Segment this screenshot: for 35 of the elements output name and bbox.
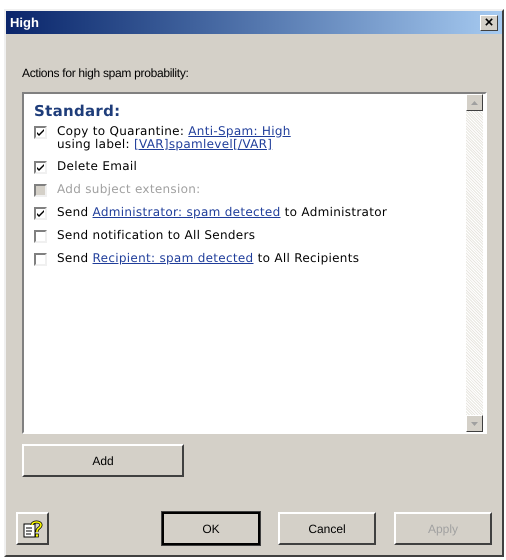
checkbox[interactable] xyxy=(34,252,47,266)
scroll-up-button[interactable] xyxy=(466,94,483,111)
action-text: Send xyxy=(57,250,90,264)
checkbox[interactable] xyxy=(34,206,47,220)
checkmark-icon xyxy=(37,128,44,136)
action-text: to All Recipients xyxy=(256,250,360,264)
action-text: to Administrator xyxy=(284,204,388,218)
checkbox[interactable] xyxy=(34,160,47,174)
help-icon xyxy=(22,520,42,538)
list-heading: Standard: xyxy=(34,101,122,122)
link[interactable]: [VAR]spamlevel[/VAR] xyxy=(134,136,272,150)
link[interactable]: Administrator: spam detected xyxy=(92,204,281,218)
checkbox[interactable] xyxy=(34,126,47,138)
action-text: Send notification to All Senders xyxy=(57,228,256,242)
up-arrow-icon xyxy=(471,100,478,104)
checkbox[interactable] xyxy=(34,230,47,242)
action-text: using label: xyxy=(57,136,131,150)
add-button[interactable]: Add xyxy=(22,444,184,477)
dialog-button[interactable]: Cancel xyxy=(278,512,376,545)
action-text: Send xyxy=(57,204,90,218)
checkmark-icon xyxy=(37,210,44,216)
down-arrow-icon xyxy=(471,422,478,426)
link[interactable]: Anti-Spam: High xyxy=(188,124,291,138)
action-text: Add subject extension: xyxy=(57,182,200,196)
action-text: Copy to Quarantine: xyxy=(57,124,184,138)
help-button[interactable] xyxy=(16,512,49,545)
dialog-button[interactable]: OK xyxy=(162,512,260,545)
link[interactable]: Recipient: spam detected xyxy=(92,250,254,264)
section-label: Actions for high spam probability: xyxy=(22,65,190,82)
action-text: Delete Email xyxy=(57,158,138,172)
scroll-down-button[interactable] xyxy=(466,415,483,432)
window-title: High xyxy=(10,14,39,32)
close-button[interactable]: × xyxy=(480,14,498,30)
checkmark-icon xyxy=(37,164,44,170)
scrollbar[interactable] xyxy=(466,94,483,432)
